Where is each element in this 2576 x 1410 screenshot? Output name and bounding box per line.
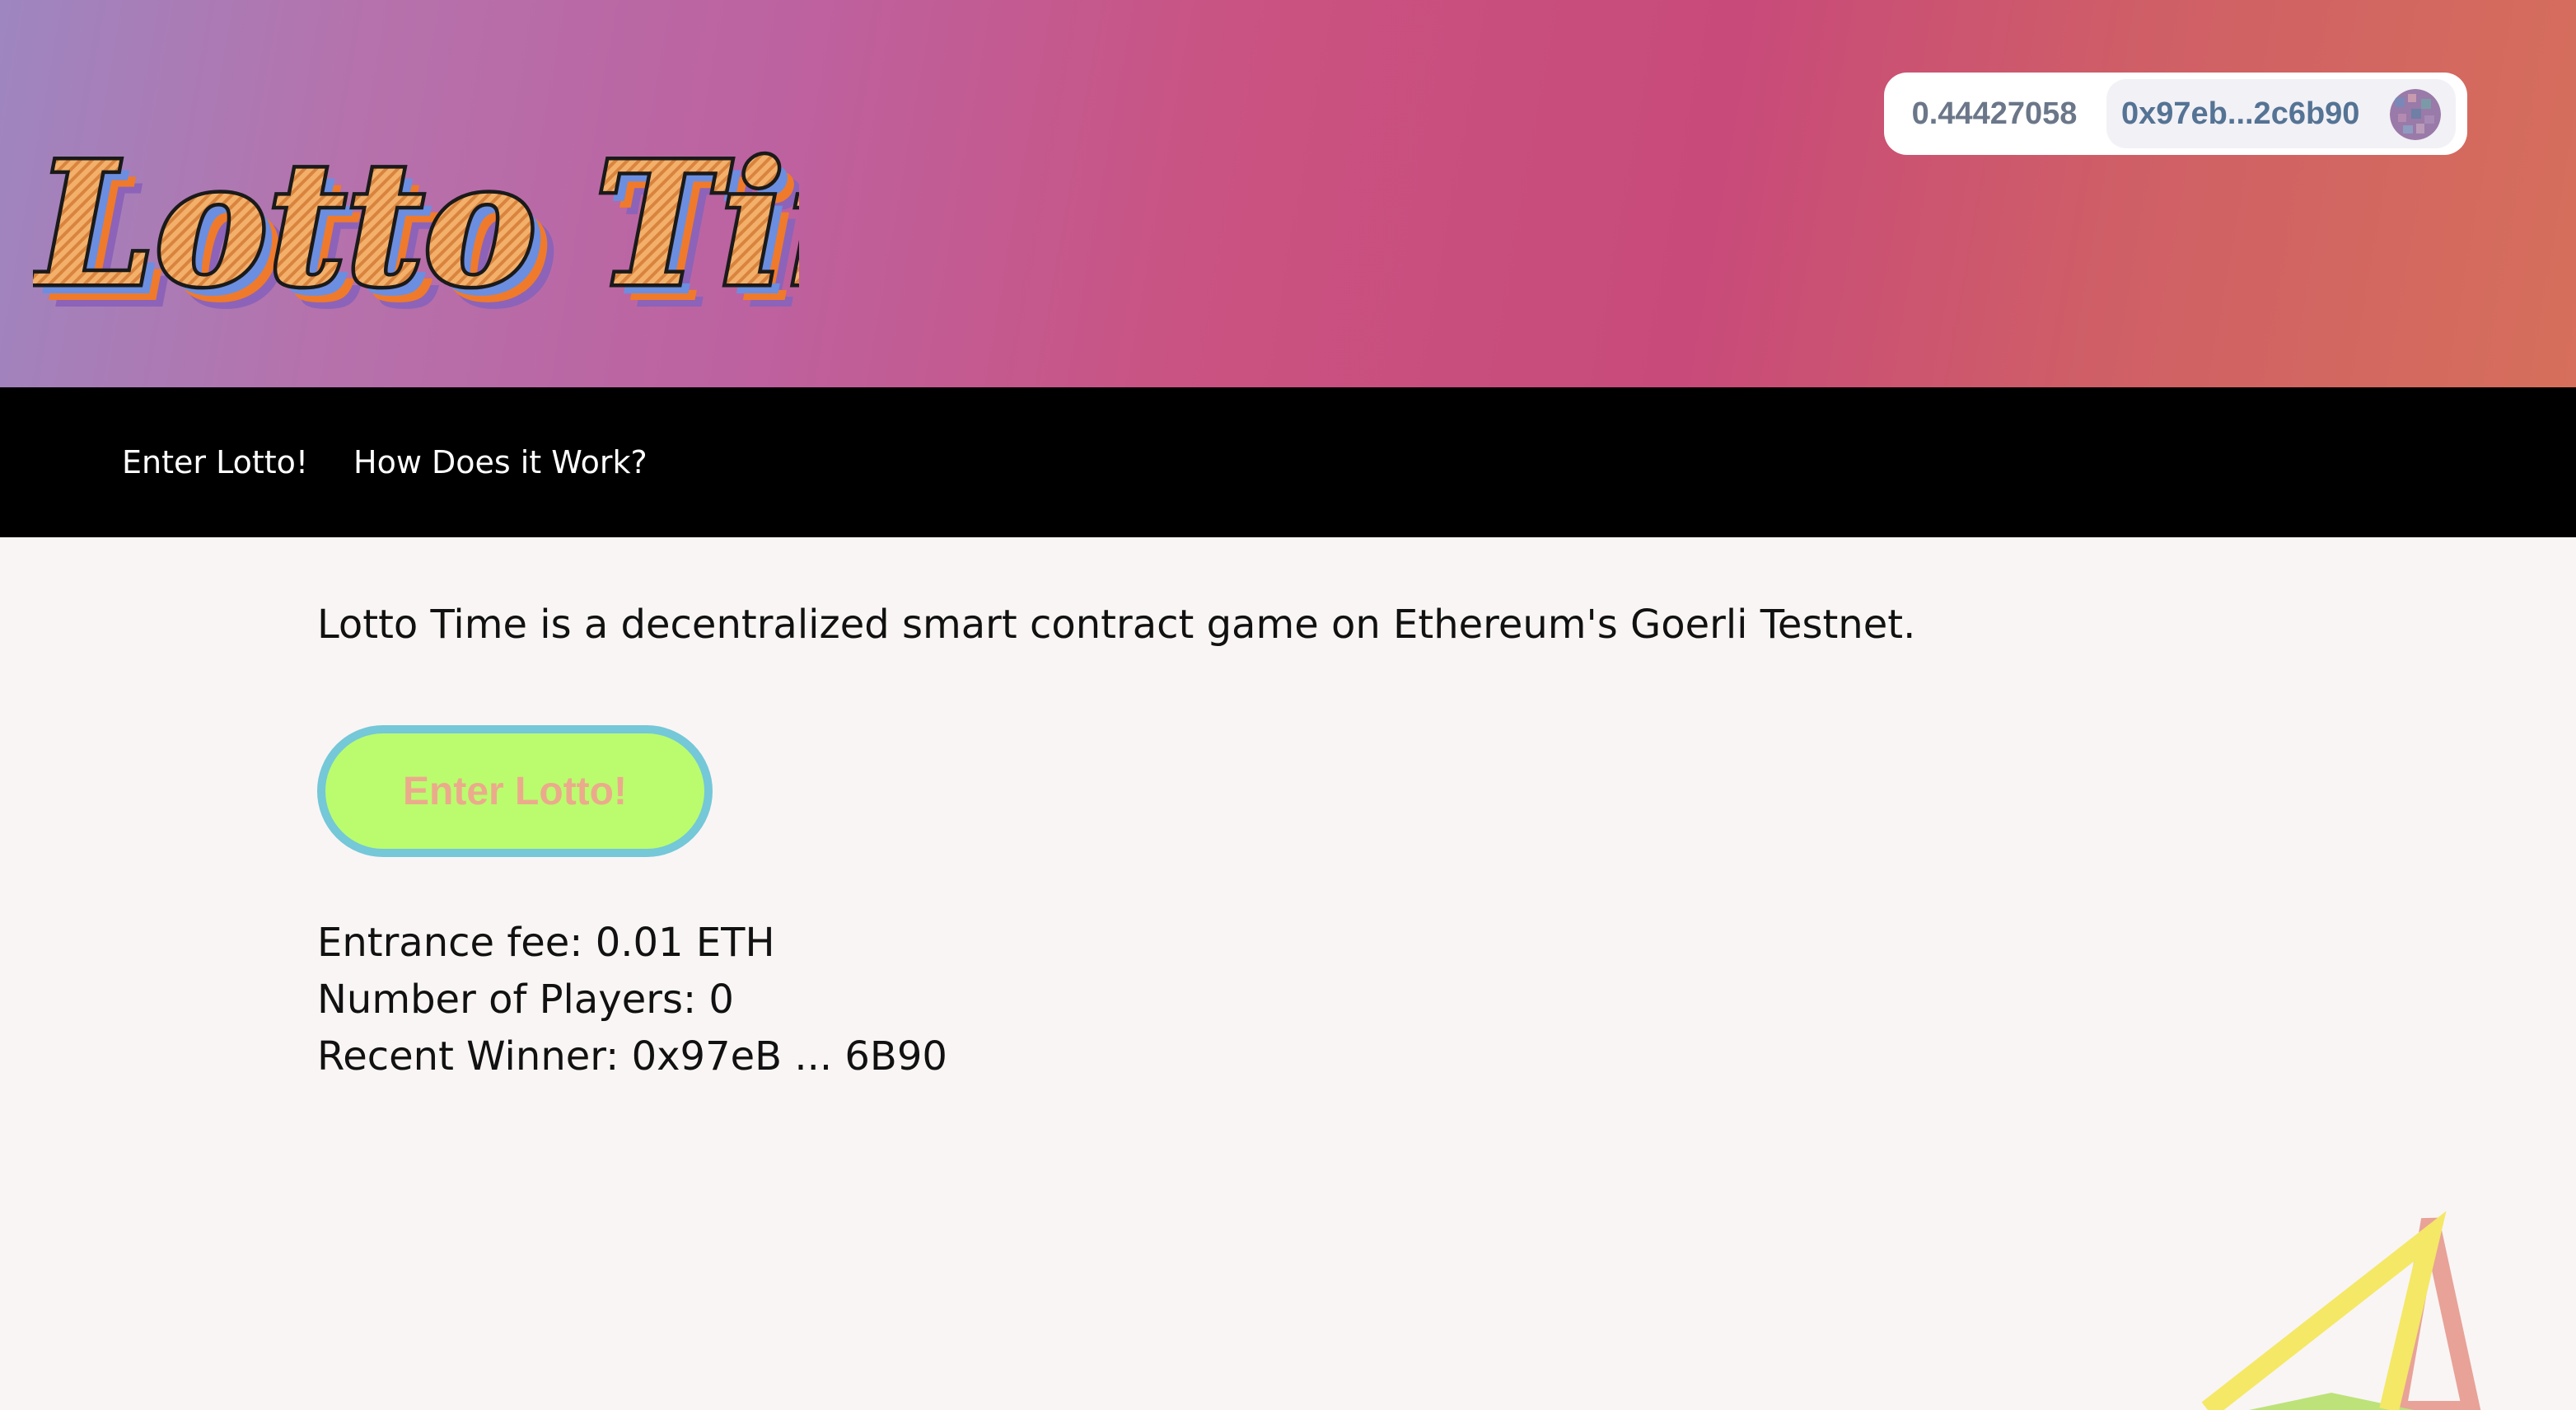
wallet-balance: 0.44427058 <box>1911 96 2078 131</box>
intro-text: Lotto Time is a decentralized smart cont… <box>317 602 1916 648</box>
number-of-players-text: Number of Players: 0 <box>317 977 734 1023</box>
account-avatar-icon <box>2390 89 2441 140</box>
lotto-stats: Entrance fee: 0.01 ETH Number of Players… <box>317 915 947 1085</box>
entrance-fee-text: Entrance fee: 0.01 ETH <box>317 920 775 966</box>
page: Lotto Time! Lotto Time! Lotto Time! Lott… <box>0 0 2576 1410</box>
main-navbar: Enter Lotto! How Does it Work? <box>0 387 2576 537</box>
nav-enter-lotto[interactable]: Enter Lotto! <box>122 387 308 537</box>
recent-winner-text: Recent Winner: 0x97eB ... 6B90 <box>317 1033 947 1080</box>
wallet-connect-widget[interactable]: 0.44427058 0x97eb...2c6b90 <box>1884 73 2467 155</box>
header-banner: Lotto Time! Lotto Time! Lotto Time! Lott… <box>0 0 2576 387</box>
deco-line-yellow <box>2201 1211 2447 1410</box>
nav-how-it-works[interactable]: How Does it Work? <box>353 387 648 537</box>
lotto-time-logo[interactable]: Lotto Time! Lotto Time! Lotto Time! Lott… <box>33 124 799 363</box>
wallet-account-button[interactable]: 0x97eb...2c6b90 <box>2106 79 2456 148</box>
enter-lotto-button[interactable]: Enter Lotto! <box>317 725 713 857</box>
logo-text: Lotto Time! <box>33 126 799 324</box>
decorative-triangles <box>2201 1211 2481 1410</box>
wallet-address: 0x97eb...2c6b90 <box>2121 96 2360 131</box>
